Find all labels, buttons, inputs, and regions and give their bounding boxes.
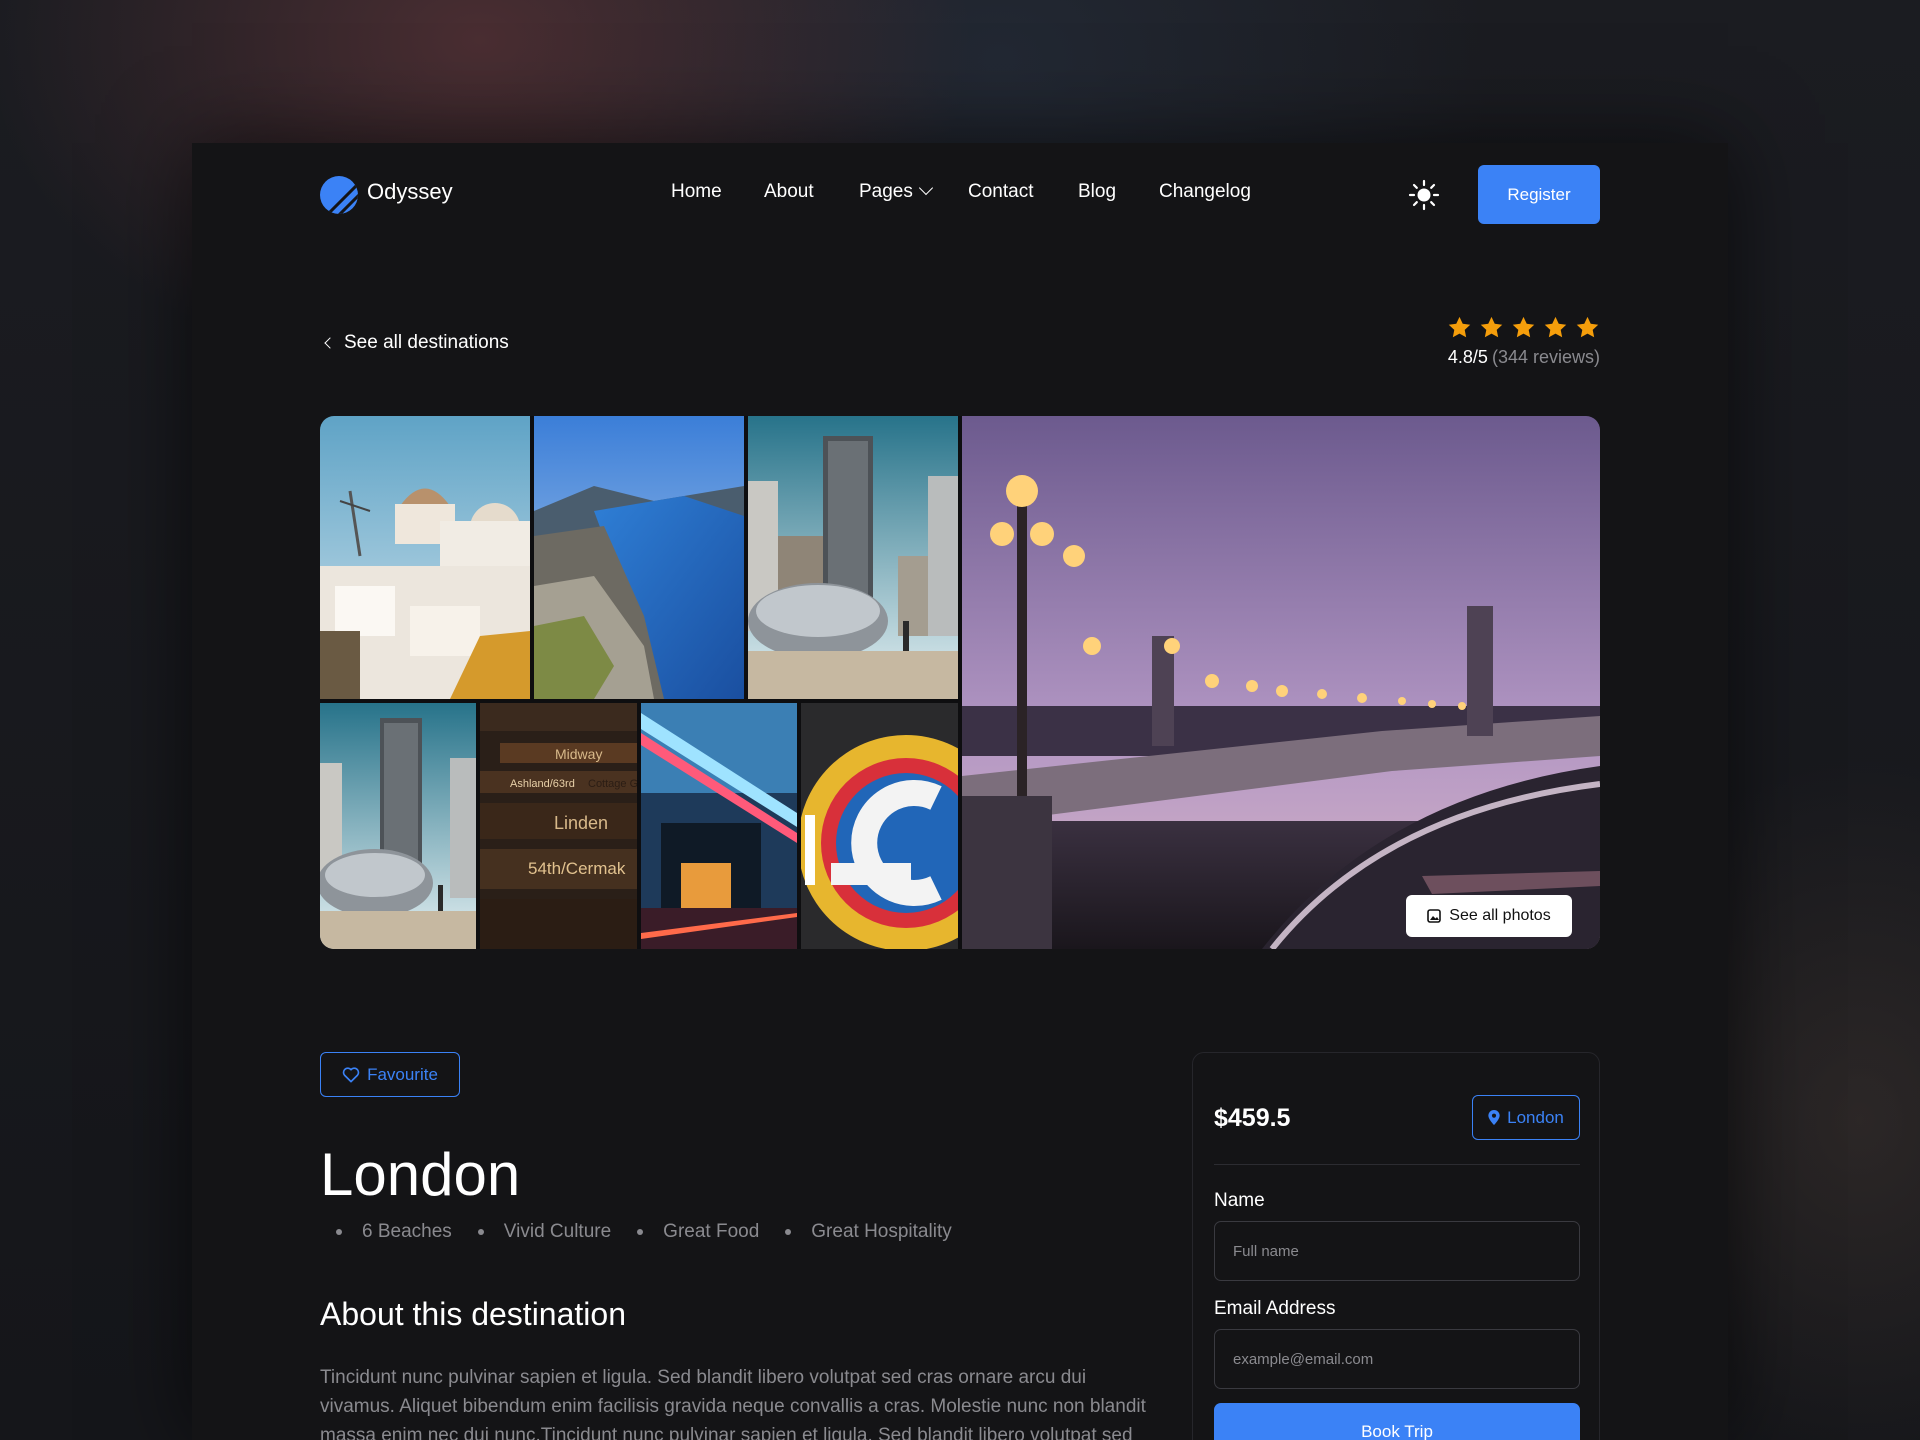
logo-icon[interactable]: [320, 176, 358, 214]
gallery-photo-chicago-bean-2[interactable]: [320, 703, 476, 949]
gallery-photo-light-trails[interactable]: [641, 703, 797, 949]
sign-linden: Linden: [554, 813, 608, 833]
feature-item: Vivid Culture: [477, 1221, 612, 1243]
feature-label: 6 Beaches: [362, 1221, 452, 1242]
gallery-photo-chicago-bean[interactable]: [748, 416, 958, 699]
book-trip-button[interactable]: Book Trip: [1214, 1403, 1580, 1440]
gallery-photo-chicago-sign[interactable]: [801, 703, 958, 949]
image-icon: [1427, 909, 1442, 923]
name-input[interactable]: [1214, 1221, 1580, 1281]
bullet-icon: [336, 1229, 342, 1235]
price: $459.5: [1214, 1104, 1291, 1132]
about-heading: About this destination: [320, 1296, 626, 1332]
booking-card: $459.5 London Name Email Address Book Tr…: [1192, 1052, 1600, 1440]
nav-contact[interactable]: Contact: [968, 181, 1033, 203]
back-link[interactable]: See all destinations: [320, 332, 509, 354]
back-link-label: See all destinations: [344, 332, 509, 353]
nav-changelog[interactable]: Changelog: [1159, 181, 1251, 203]
feature-label: Vivid Culture: [503, 1221, 612, 1242]
star-icon: [1544, 316, 1567, 338]
star-icon: [1480, 316, 1503, 338]
rating-summary: 4.8/5 (344 reviews): [1448, 347, 1600, 368]
map-pin-icon: [1488, 1110, 1500, 1125]
see-all-photos-label: See all photos: [1449, 907, 1551, 924]
app-window: Odyssey Home About Pages Contact Blog Ch…: [192, 143, 1728, 1440]
bullet-icon: [477, 1229, 484, 1235]
email-label: Email Address: [1214, 1298, 1336, 1319]
chevron-left-icon: [324, 337, 336, 349]
favourite-label: Favourite: [367, 1064, 438, 1084]
feature-item: Great Hospitality: [785, 1221, 952, 1243]
photo-gallery: Midway Ashland/63rd Cottage G Linden 54t…: [320, 416, 1600, 949]
sign-54th-cermak: 54th/Cermak: [528, 859, 626, 878]
feature-item: 6 Beaches: [336, 1221, 452, 1243]
review-count: (344 reviews): [1491, 347, 1600, 367]
star-icon: [1448, 316, 1471, 338]
gallery-photo-subway-signs[interactable]: Midway Ashland/63rd Cottage G Linden 54t…: [480, 703, 637, 949]
nav-blog[interactable]: Blog: [1078, 181, 1116, 203]
rating-score: 4.8/5: [1447, 347, 1488, 367]
heart-icon: [342, 1067, 360, 1083]
star-icon: [1576, 316, 1599, 338]
nav-home[interactable]: Home: [671, 181, 722, 203]
about-text: Tincidunt nunc pulvinar sapien et ligula…: [320, 1367, 1146, 1440]
feature-label: Great Food: [663, 1221, 760, 1242]
gallery-photo-paris-bridge[interactable]: [962, 416, 1600, 949]
gallery-photo-fjord[interactable]: [534, 416, 744, 699]
location-label: London: [1507, 1107, 1564, 1127]
feature-item: Great Food: [637, 1221, 759, 1243]
chevron-down-icon: [918, 180, 933, 196]
sign-cottage: Cottage G: [588, 778, 637, 790]
bullet-icon: [637, 1229, 644, 1235]
bullet-icon: [785, 1229, 792, 1235]
feature-list: 6 Beaches Vivid Culture Great Food Great…: [336, 1221, 978, 1243]
feature-label: Great Hospitality: [811, 1221, 952, 1242]
see-all-photos-button[interactable]: See all photos: [1406, 895, 1572, 937]
star-icon: [1512, 316, 1535, 338]
nav-pages-label: Pages: [859, 181, 913, 202]
nav-pages[interactable]: Pages: [859, 180, 933, 203]
email-input[interactable]: [1214, 1329, 1580, 1389]
name-label: Name: [1214, 1190, 1265, 1211]
rating-stars: [1447, 315, 1600, 340]
gallery-photo-santorini[interactable]: [320, 416, 530, 699]
sign-midway: Midway: [555, 746, 602, 762]
register-button[interactable]: Register: [1478, 165, 1600, 224]
nav-about[interactable]: About: [764, 181, 814, 203]
destination-title: London: [320, 1141, 521, 1208]
favourite-button[interactable]: Favourite: [320, 1052, 460, 1097]
location-badge[interactable]: London: [1472, 1095, 1580, 1140]
brand-name[interactable]: Odyssey: [367, 179, 453, 205]
divider: [1214, 1164, 1580, 1165]
sun-icon[interactable]: [1408, 179, 1440, 211]
sign-ashland: Ashland/63rd: [510, 778, 575, 790]
